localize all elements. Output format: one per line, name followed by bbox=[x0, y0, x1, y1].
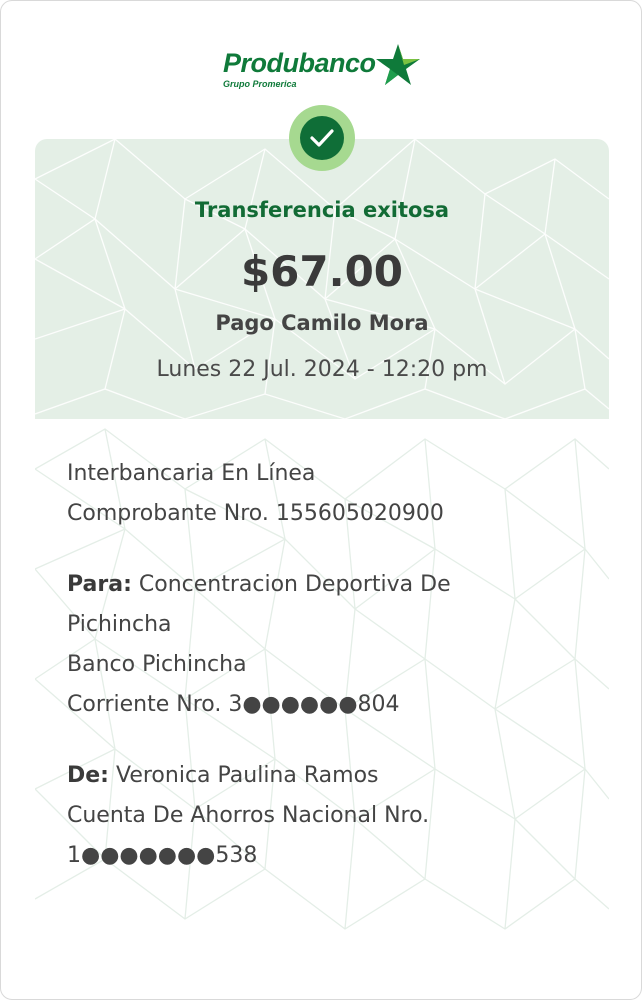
receipt-number: Comprobante Nro. 155605020900 bbox=[67, 501, 444, 526]
transfer-description: Pago Camilo Mora bbox=[215, 311, 429, 335]
recipient-account: Corriente Nro. 3●●●●●●804 bbox=[67, 692, 400, 717]
star-logo-icon bbox=[376, 44, 420, 85]
logo-subtitle: Grupo Promerica bbox=[223, 79, 297, 89]
recipient-label: Para: bbox=[67, 572, 132, 597]
produbanco-logo: Produbanco Grupo Promerica bbox=[223, 41, 423, 93]
recipient-bank: Banco Pichincha bbox=[67, 652, 247, 677]
sender-line: De: Veronica Paulina Ramos bbox=[67, 756, 607, 796]
recipient-name-cont: Pichincha bbox=[67, 612, 172, 637]
transfer-datetime: Lunes 22 Jul. 2024 - 12:20 pm bbox=[156, 357, 488, 382]
recipient-line: Para: Concentracion Deportiva De bbox=[67, 565, 607, 605]
sender-label: De: bbox=[67, 763, 109, 788]
status-title: Transferencia exitosa bbox=[194, 198, 450, 222]
sender-name: Veronica Paulina Ramos bbox=[115, 763, 379, 788]
transfer-type: Interbancaria En Línea bbox=[67, 461, 316, 486]
logo-wordmark: Produbanco bbox=[223, 48, 376, 78]
transfer-amount: $67.00 bbox=[240, 247, 404, 296]
sender-account-type: Cuenta De Ahorros Nacional Nro. bbox=[67, 803, 430, 828]
receipt-frame: Produbanco Grupo Promerica Transferencia… bbox=[0, 0, 642, 1000]
checkmark-icon bbox=[310, 129, 334, 147]
success-check-badge bbox=[289, 105, 355, 171]
recipient-name: Concentracion Deportiva De bbox=[138, 572, 451, 597]
check-circle-icon bbox=[300, 116, 344, 160]
sender-account-number: 1●●●●●●●538 bbox=[67, 843, 258, 868]
